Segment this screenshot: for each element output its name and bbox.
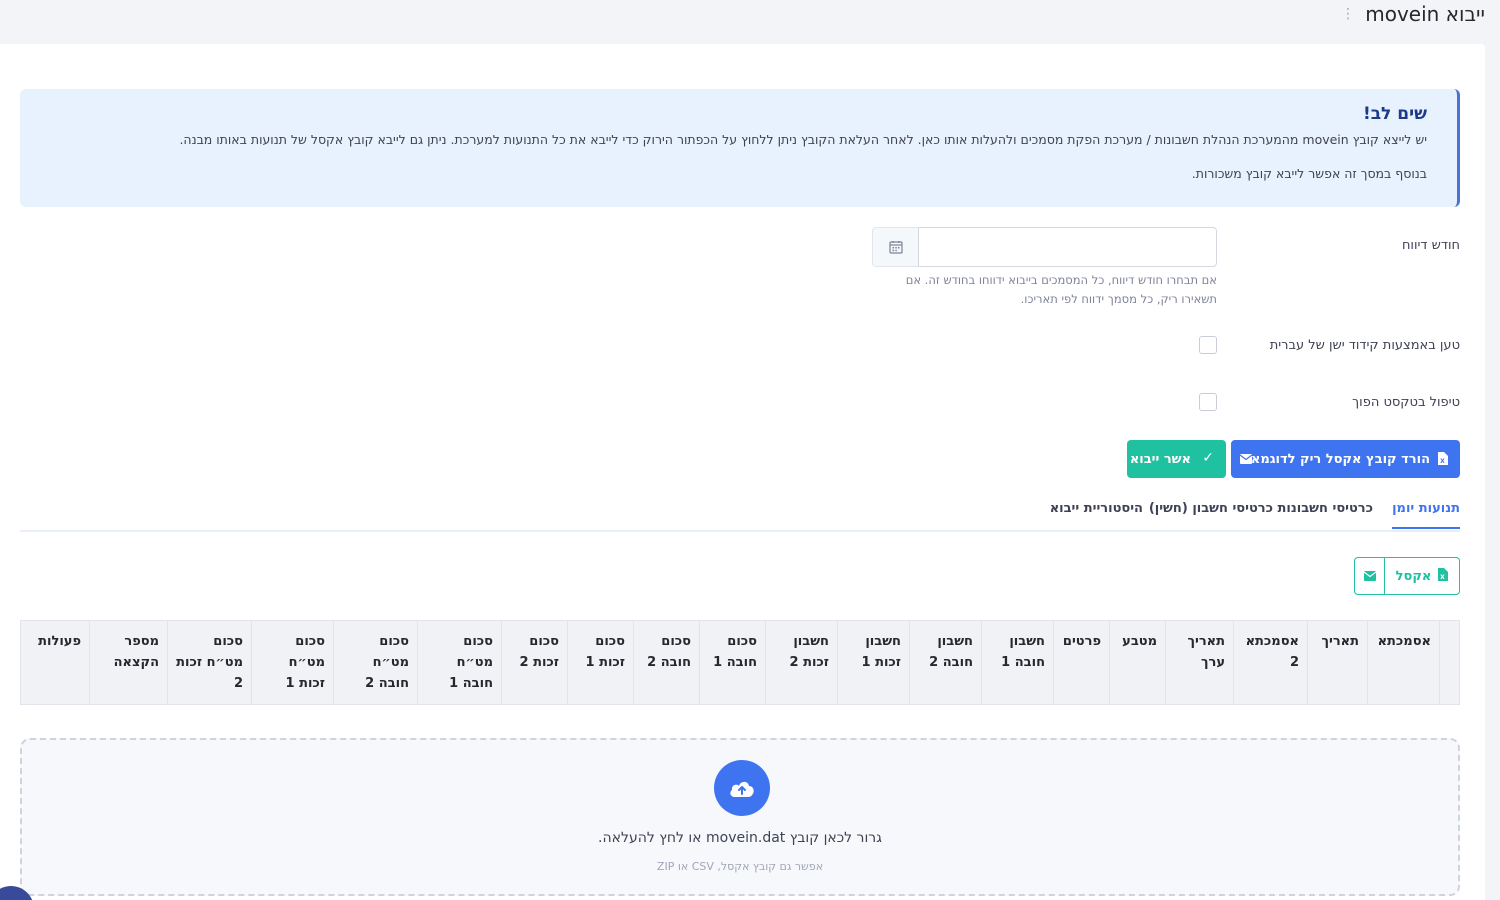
- table-header-credit-amount-1[interactable]: סכום זכות 1: [567, 620, 634, 705]
- tab-import-history[interactable]: היסטוריית ייבוא: [1050, 501, 1143, 529]
- table-header-allocation-number[interactable]: מספר הקצאה: [89, 620, 168, 705]
- excel-file-icon: X: [1437, 452, 1448, 469]
- table-header-credit-amount-2[interactable]: סכום זכות 2: [501, 620, 568, 705]
- alert-title: שים לב!: [1362, 104, 1427, 124]
- journal-entries-table: אסמכתא תאריך אסמכתא 2 תאריך ערך מטבע פרט…: [20, 620, 1460, 705]
- dropzone-sub-text: אפשר גם קובץ אקסל, CSV או ZIP: [656, 860, 824, 873]
- file-dropzone[interactable]: גרור לכאן קובץ movein.dat או לחץ להעלאה.…: [20, 738, 1460, 896]
- table-header-reference[interactable]: אסמכתא: [1367, 620, 1440, 705]
- calendar-icon[interactable]: [872, 227, 918, 267]
- tabs-bar: תנועות יומן כרטיסי חשבונות כרטיסי חשבון …: [20, 496, 1460, 532]
- tab-accounts-hashin[interactable]: כרטיסי חשבון (חשין): [1149, 501, 1273, 529]
- download-sample-label: הורד קובץ אקסל ריק לדוגמא: [1250, 451, 1430, 467]
- alert-text: יש לייצא קובץ movein מהמערכת הנהלת חשבונ…: [179, 132, 1427, 147]
- legacy-encoding-label: טען באמצעות קידוד ישן של עברית: [1269, 338, 1460, 353]
- table-header-select[interactable]: [1439, 620, 1460, 705]
- svg-text:X: X: [1440, 458, 1445, 465]
- table-header-row: אסמכתא תאריך אסמכתא 2 תאריך ערך מטבע פרט…: [20, 620, 1460, 705]
- cloud-upload-icon[interactable]: [714, 760, 770, 816]
- table-header-value-date[interactable]: תאריך ערך: [1165, 620, 1234, 705]
- table-header-credit-account-1[interactable]: חשבון זכות 1: [837, 620, 910, 705]
- excel-export-button[interactable]: X אקסל: [1385, 558, 1459, 594]
- table-header-debit-amount-2[interactable]: סכום חובה 2: [633, 620, 700, 705]
- table-header-debit-account-2[interactable]: חשבון חובה 2: [909, 620, 982, 705]
- table-header-credit-account-2[interactable]: חשבון זכות 2: [765, 620, 838, 705]
- svg-text:X: X: [1441, 574, 1446, 581]
- confirm-import-button[interactable]: ✓ אשר ייבוא: [1127, 440, 1226, 478]
- table-header-fx-debit-amount-2[interactable]: סכום מט״ח חובה 2: [333, 620, 418, 705]
- page-title: ייבוא movein: [1365, 2, 1485, 26]
- table-header-fx-credit-amount-2[interactable]: סכום מט״ח זכות 2: [167, 620, 252, 705]
- check-icon: ✓: [1202, 450, 1214, 466]
- table-header-fx-debit-amount-1[interactable]: סכום מט״ח חובה 1: [417, 620, 502, 705]
- table-header-debit-account-1[interactable]: חשבון חובה 1: [981, 620, 1054, 705]
- report-month-input[interactable]: [918, 227, 1217, 267]
- reversed-text-checkbox[interactable]: [1199, 393, 1217, 411]
- excel-file-icon: X: [1437, 567, 1449, 585]
- table-header-date[interactable]: תאריך: [1307, 620, 1368, 705]
- excel-button-group: X אקסל: [1354, 557, 1460, 595]
- confirm-import-label: אשר ייבוא: [1129, 451, 1191, 467]
- tab-accounts[interactable]: כרטיסי חשבונות: [1278, 501, 1373, 529]
- more-options-icon[interactable]: ⋮: [1341, 5, 1355, 23]
- report-month-label: חודש דיווח: [1401, 238, 1460, 253]
- table-header-fx-credit-amount-1[interactable]: סכום מט״ח זכות 1: [251, 620, 334, 705]
- reversed-text-label: טיפול בטקסט הפוך: [1352, 395, 1460, 410]
- legacy-encoding-checkbox[interactable]: [1199, 336, 1217, 354]
- email-icon[interactable]: [1231, 440, 1261, 478]
- email-icon[interactable]: [1355, 558, 1385, 594]
- tab-journal-entries[interactable]: תנועות יומן: [1392, 501, 1460, 529]
- table-header-reference-2[interactable]: אסמכתא 2: [1233, 620, 1308, 705]
- table-header-debit-amount-1[interactable]: סכום חובה 1: [699, 620, 766, 705]
- main-card: שים לב! יש לייצא קובץ movein מהמערכת הנה…: [0, 44, 1485, 900]
- notice-alert: שים לב! יש לייצא קובץ movein מהמערכת הנה…: [20, 89, 1460, 207]
- report-month-group: [872, 227, 1217, 267]
- page-header: ייבוא movein ⋮: [0, 0, 1500, 36]
- table-header-currency[interactable]: מטבע: [1109, 620, 1166, 705]
- download-sample-button[interactable]: X הורד קובץ אקסל ריק לדוגמא: [1231, 440, 1460, 478]
- dropzone-main-text: גרור לכאן קובץ movein.dat או לחץ להעלאה.: [598, 830, 882, 846]
- alert-text-secondary: בנוסף במסך זה אפשר לייבא קובץ משכורות.: [1191, 166, 1427, 181]
- report-month-help: אם תבחרו חודש דיווח, כל המסמכים בייבוא י…: [905, 273, 1217, 306]
- table-header-details[interactable]: פרטים: [1053, 620, 1110, 705]
- table-header-actions: פעולות: [20, 620, 90, 705]
- excel-export-label: אקסל: [1395, 568, 1432, 584]
